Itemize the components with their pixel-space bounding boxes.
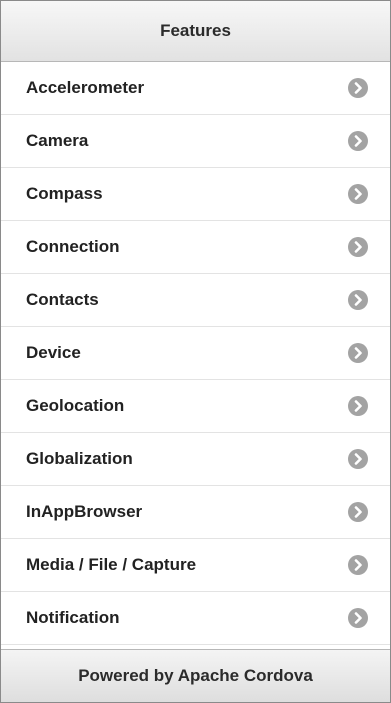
list-item-media-file-capture[interactable]: Media / File / Capture xyxy=(1,539,390,592)
list-item-inappbrowser[interactable]: InAppBrowser xyxy=(1,486,390,539)
list-item-label: Notification xyxy=(26,608,120,627)
page-title: Features xyxy=(160,21,231,40)
footer-bar: Powered by Apache Cordova xyxy=(1,649,390,702)
list-item-label: Contacts xyxy=(26,290,99,309)
footer-text: Powered by Apache Cordova xyxy=(78,666,313,685)
chevron-right-icon xyxy=(348,343,368,363)
list-item-label: Camera xyxy=(26,131,89,150)
chevron-right-icon xyxy=(348,131,368,151)
list-item-label: Connection xyxy=(26,237,120,256)
chevron-right-icon xyxy=(348,290,368,310)
list-item-connection[interactable]: Connection xyxy=(1,221,390,274)
list-item-label: Geolocation xyxy=(26,396,125,415)
list-item-globalization[interactable]: Globalization xyxy=(1,433,390,486)
list-item-camera[interactable]: Camera xyxy=(1,115,390,168)
list-item-label: Accelerometer xyxy=(26,78,145,97)
chevron-right-icon xyxy=(348,608,368,628)
list-item-geolocation[interactable]: Geolocation xyxy=(1,380,390,433)
chevron-right-icon xyxy=(348,78,368,98)
list-item-label: Compass xyxy=(26,184,103,203)
list-item-label: InAppBrowser xyxy=(26,502,143,521)
chevron-right-icon xyxy=(348,184,368,204)
chevron-right-icon xyxy=(348,449,368,469)
list-item-compass[interactable]: Compass xyxy=(1,168,390,221)
list-item-contacts[interactable]: Contacts xyxy=(1,274,390,327)
app-screen: Features Accelerometer Camera Compass Co… xyxy=(0,0,391,703)
list-item-label: Device xyxy=(26,343,81,362)
chevron-right-icon xyxy=(348,502,368,522)
list-item-accelerometer[interactable]: Accelerometer xyxy=(1,62,390,115)
list-item-device[interactable]: Device xyxy=(1,327,390,380)
chevron-right-icon xyxy=(348,555,368,575)
chevron-right-icon xyxy=(348,237,368,257)
list-item-label: Media / File / Capture xyxy=(26,555,197,574)
features-list: Accelerometer Camera Compass Connection … xyxy=(1,62,390,645)
list-item-label: Globalization xyxy=(26,449,133,468)
header-bar: Features xyxy=(1,1,390,62)
list-item-notification[interactable]: Notification xyxy=(1,592,390,645)
chevron-right-icon xyxy=(348,396,368,416)
